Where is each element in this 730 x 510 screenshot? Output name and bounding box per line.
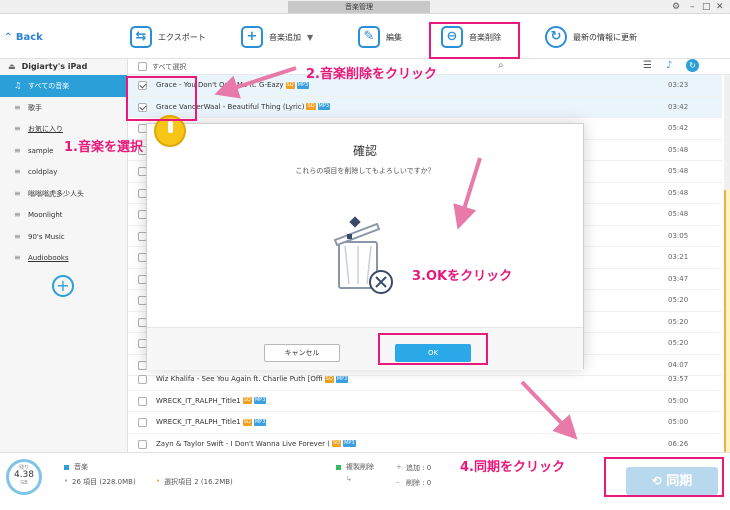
arrow-step2	[214, 66, 297, 99]
arrow-step4	[520, 380, 578, 440]
arrow-step3	[453, 157, 482, 230]
annotation-arrows	[214, 66, 578, 440]
